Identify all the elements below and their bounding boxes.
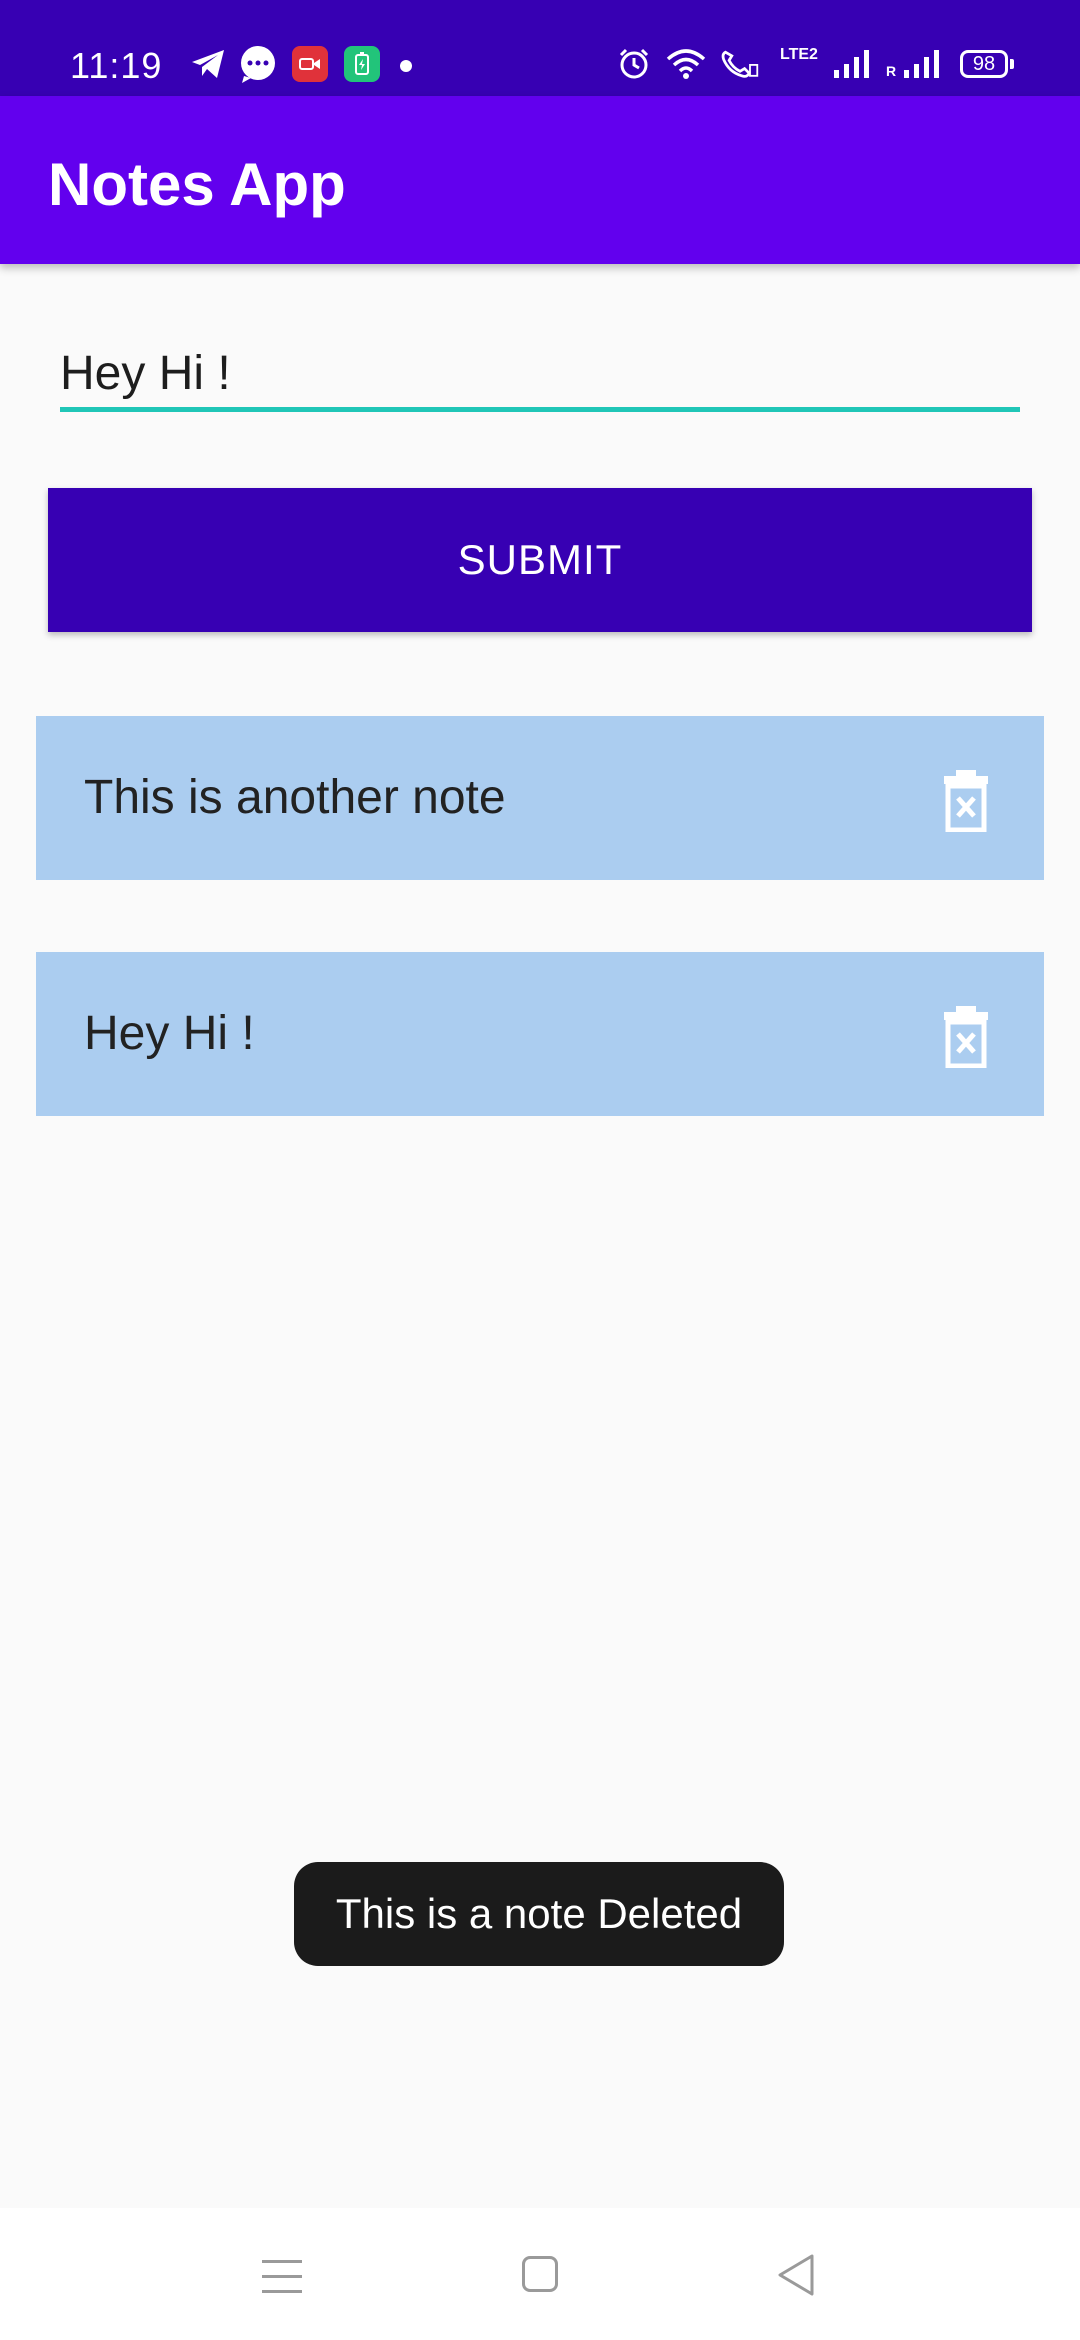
signal-icon (832, 44, 872, 84)
chat-bubble-icon (238, 44, 278, 84)
note-card[interactable]: Hey Hi ! (36, 952, 1044, 1116)
status-bar: 11:19 LTE2 R 98 (0, 0, 1080, 96)
wifi-call-icon (720, 44, 760, 84)
signal-roaming-icon (902, 44, 942, 84)
note-text: This is another note (84, 771, 506, 824)
roaming-label: R (886, 63, 897, 79)
app-title: Notes App (48, 151, 346, 218)
submit-button[interactable]: SUBMIT (48, 488, 1032, 632)
back-icon[interactable] (774, 2252, 818, 2298)
delete-icon[interactable] (938, 768, 994, 833)
home-icon[interactable] (522, 2256, 558, 2292)
video-app-icon (292, 46, 328, 82)
navigation-bar (0, 2208, 1080, 2340)
wifi-icon (666, 44, 706, 84)
battery-app-icon (344, 46, 380, 82)
note-card[interactable]: This is another note (36, 716, 1044, 880)
alarm-icon (614, 44, 654, 84)
volte-icon: LTE2 (780, 46, 818, 63)
delete-icon[interactable] (938, 1004, 994, 1069)
battery-icon: 98 (960, 50, 1014, 78)
telegram-icon (188, 44, 228, 84)
recent-apps-icon[interactable] (262, 2260, 302, 2294)
notification-dot-icon (400, 60, 412, 72)
toast-message: This is a note Deleted (294, 1862, 784, 1966)
app-bar: Notes App (0, 96, 1080, 264)
note-input[interactable] (60, 340, 1020, 412)
status-time: 11:19 (70, 45, 163, 86)
note-text: Hey Hi ! (84, 1007, 255, 1060)
